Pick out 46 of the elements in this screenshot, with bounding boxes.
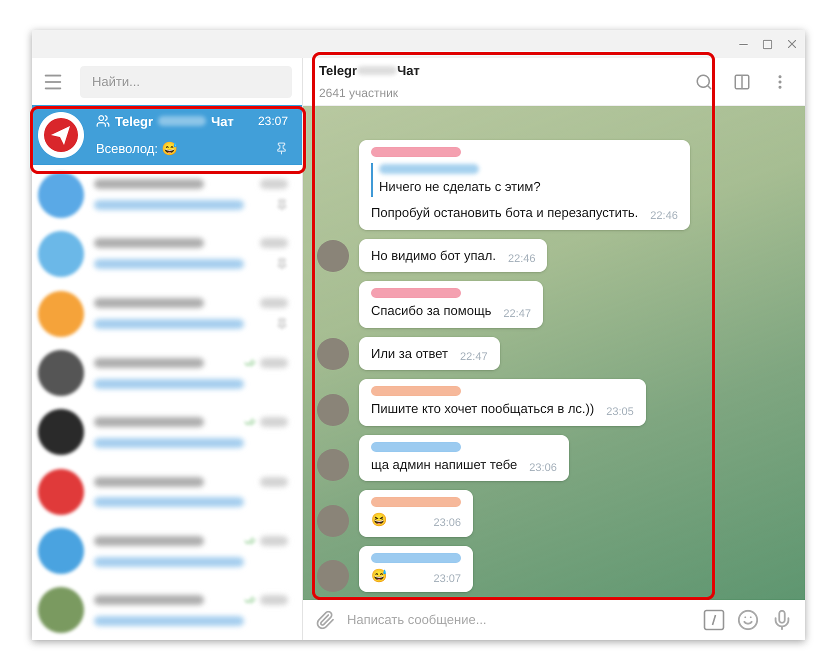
maximize-icon[interactable]: [762, 38, 773, 50]
message-time: 23:07: [433, 572, 461, 586]
blurred-title-part: [158, 116, 206, 126]
member-count: 2641 участник: [319, 85, 400, 102]
group-icon: [96, 114, 110, 128]
message-text: Но видимо бот упал.: [371, 246, 496, 265]
message-time: 22:47: [503, 307, 531, 322]
message-text: ща админ напишет тебе: [371, 456, 518, 474]
message-text: 😆: [371, 511, 387, 529]
message-time: 22:47: [460, 350, 488, 364]
chat-title-end: Чат: [211, 112, 234, 131]
message-text: Пишите кто хочет пообщаться в лс.)): [371, 400, 594, 418]
search-icon[interactable]: [695, 72, 713, 90]
chat-preview: Всеволод: 😅: [96, 140, 178, 158]
message-input[interactable]: Написать сообщение...: [347, 610, 691, 630]
side-panel-icon[interactable]: [733, 72, 751, 90]
bot-command-icon[interactable]: [703, 609, 725, 631]
message-time: 22:46: [650, 209, 678, 224]
message-text: 😅: [371, 566, 387, 584]
message-time: 23:06: [433, 516, 461, 531]
message-text: Попробуй остановить бота и перезапустить.: [371, 204, 638, 222]
emoji-icon[interactable]: [737, 609, 759, 631]
chat-header-title-end: Чат: [397, 62, 420, 80]
blurred-chat-time: [260, 179, 288, 190]
chat-list-item[interactable]: Telegr Чат 23:07 Всеволод: 😅: [32, 105, 302, 166]
blurred-chat-time: [260, 238, 288, 248]
blurred-chat-time: [260, 358, 288, 368]
chat-header-title-start: Telegr: [319, 62, 358, 80]
search-field[interactable]: Найти...: [80, 66, 292, 98]
blurred-chat-time: [260, 417, 288, 428]
message-time: 22:46: [508, 252, 536, 266]
close-icon[interactable]: [785, 37, 799, 51]
message-time: 23:05: [606, 405, 634, 420]
blurred-chat-time: [260, 595, 288, 606]
blurred-title-part: [357, 66, 398, 75]
chat-time: 23:07: [258, 113, 288, 130]
blurred-chat-time: [260, 476, 288, 487]
message-text: Или за ответ: [371, 344, 448, 362]
paper-plane-logo-icon: [38, 112, 84, 158]
chat-title-start: Telegr: [115, 112, 154, 131]
reply-quote-text: Ничего не сделать с этим?: [379, 178, 541, 196]
message-text: Спасибо за помощь: [371, 302, 492, 320]
attach-icon[interactable]: [315, 610, 335, 630]
message-time: 23:06: [529, 460, 557, 476]
blurred-chat-time: [260, 298, 288, 308]
blurred-chat-time: [260, 536, 288, 546]
